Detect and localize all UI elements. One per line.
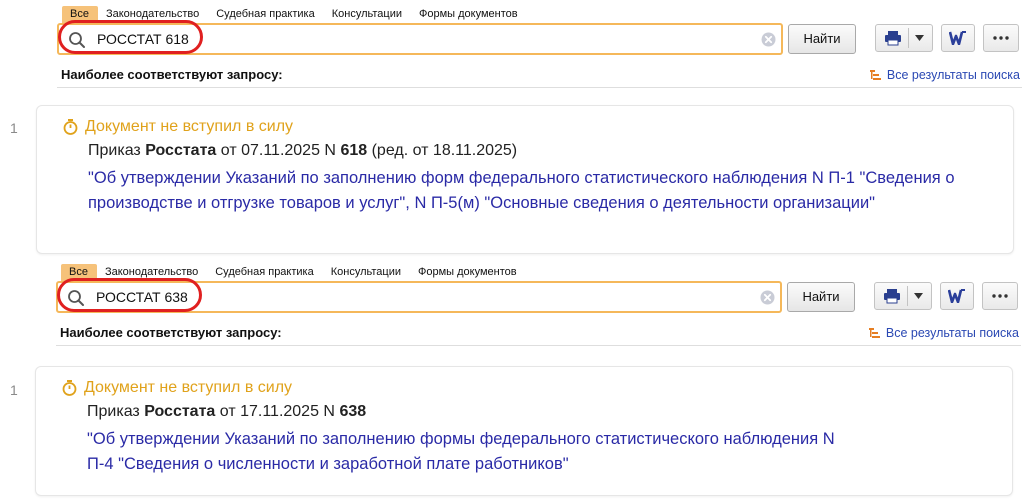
document-status: Документ не вступил в силу [62,379,292,397]
doc-issuer: Росстата [144,403,216,420]
word-export-button[interactable] [941,24,975,52]
result-card[interactable]: Документ не вступил в силу Приказ Росста… [36,105,1014,254]
ellipsis-icon [992,294,1008,298]
tab-all[interactable]: Все [61,264,97,281]
doc-date: от 17.11.2025 N [219,403,335,420]
tab-document-forms[interactable]: Формы документов [410,264,526,281]
word-export-icon [948,289,965,303]
result-index: 1 [10,382,18,398]
more-options-button[interactable] [983,24,1019,52]
print-button[interactable] [875,24,933,52]
word-export-icon [949,31,966,45]
document-status-text: Документ не вступил в силу [85,118,294,135]
chevron-down-icon[interactable] [914,293,923,299]
tab-court-practice[interactable]: Судебная практика [208,6,323,23]
all-results-link[interactable]: Все результаты поиска [869,68,1020,82]
find-button[interactable]: Найти [787,282,855,312]
stopwatch-icon [63,119,78,135]
tab-legislation[interactable]: Законодательство [98,6,208,23]
button-divider [908,28,909,48]
search-tabs: Все Законодательство Судебная практика К… [62,6,527,23]
document-title-link[interactable]: "Об утверждении Указаний по заполнению ф… [87,427,847,476]
print-button[interactable] [874,282,932,310]
doc-issuer: Росстата [145,142,217,159]
result-index: 1 [10,120,18,136]
all-results-link[interactable]: Все результаты поиска [868,326,1019,340]
ellipsis-icon [993,36,1009,40]
doc-date: от 07.11.2025 N [220,142,336,159]
document-status-text: Документ не вступил в силу [84,379,293,396]
results-list-icon [868,328,880,338]
document-status: Документ не вступил в силу [63,118,293,136]
clear-circle-icon[interactable] [761,32,776,47]
search-query-text: РОССТАТ 638 [96,289,188,305]
results-subheader: Наиболее соответствуют запросу: Все резу… [56,324,1021,346]
clear-circle-icon[interactable] [760,290,775,305]
magnifier-icon [69,32,85,48]
best-match-heading: Наиболее соответствуют запросу: [60,325,282,340]
doc-type: Приказ [87,403,140,420]
search-input[interactable]: РОССТАТ 638 [56,281,782,313]
doc-edition: (ред. от 18.11.2025) [371,142,518,159]
search-panel-2: Все Законодательство Судебная практика К… [0,258,1024,500]
doc-number: 618 [340,142,368,159]
document-meta: Приказ Росстата от 17.11.2025 N 638 [87,403,366,421]
tab-court-practice[interactable]: Судебная практика [207,264,322,281]
result-card[interactable]: Документ не вступил в силу Приказ Росста… [35,366,1013,496]
search-input[interactable]: РОССТАТ 618 [57,23,783,55]
all-results-label: Все результаты поиска [885,326,1019,340]
stopwatch-icon [62,380,77,396]
printer-icon [885,31,901,46]
word-export-button[interactable] [940,282,974,310]
doc-type: Приказ [88,142,141,159]
magnifier-icon [68,290,84,306]
search-tabs: Все Законодательство Судебная практика К… [61,264,526,281]
document-meta: Приказ Росстата от 07.11.2025 N 618 (ред… [88,142,517,160]
tab-consultations[interactable]: Консультации [323,264,410,281]
tab-all[interactable]: Все [62,6,98,23]
all-results-label: Все результаты поиска [886,68,1020,82]
search-query-text: РОССТАТ 618 [97,31,189,47]
tab-legislation[interactable]: Законодательство [97,264,207,281]
button-divider [907,286,908,306]
search-row: РОССТАТ 638 Найти [56,278,1021,313]
tab-document-forms[interactable]: Формы документов [411,6,527,23]
find-button[interactable]: Найти [788,24,856,54]
best-match-heading: Наиболее соответствуют запросу: [61,67,283,82]
printer-icon [884,289,900,304]
search-row: РОССТАТ 618 Найти [57,20,1022,55]
search-panel-1: Все Законодательство Судебная практика К… [0,0,1024,258]
doc-number: 638 [339,403,367,420]
more-options-button[interactable] [982,282,1018,310]
results-subheader: Наиболее соответствуют запросу: Все резу… [57,66,1022,88]
document-title-link[interactable]: "Об утверждении Указаний по заполнению ф… [88,166,968,215]
tab-consultations[interactable]: Консультации [324,6,411,23]
chevron-down-icon[interactable] [915,35,924,41]
results-list-icon [869,70,881,80]
